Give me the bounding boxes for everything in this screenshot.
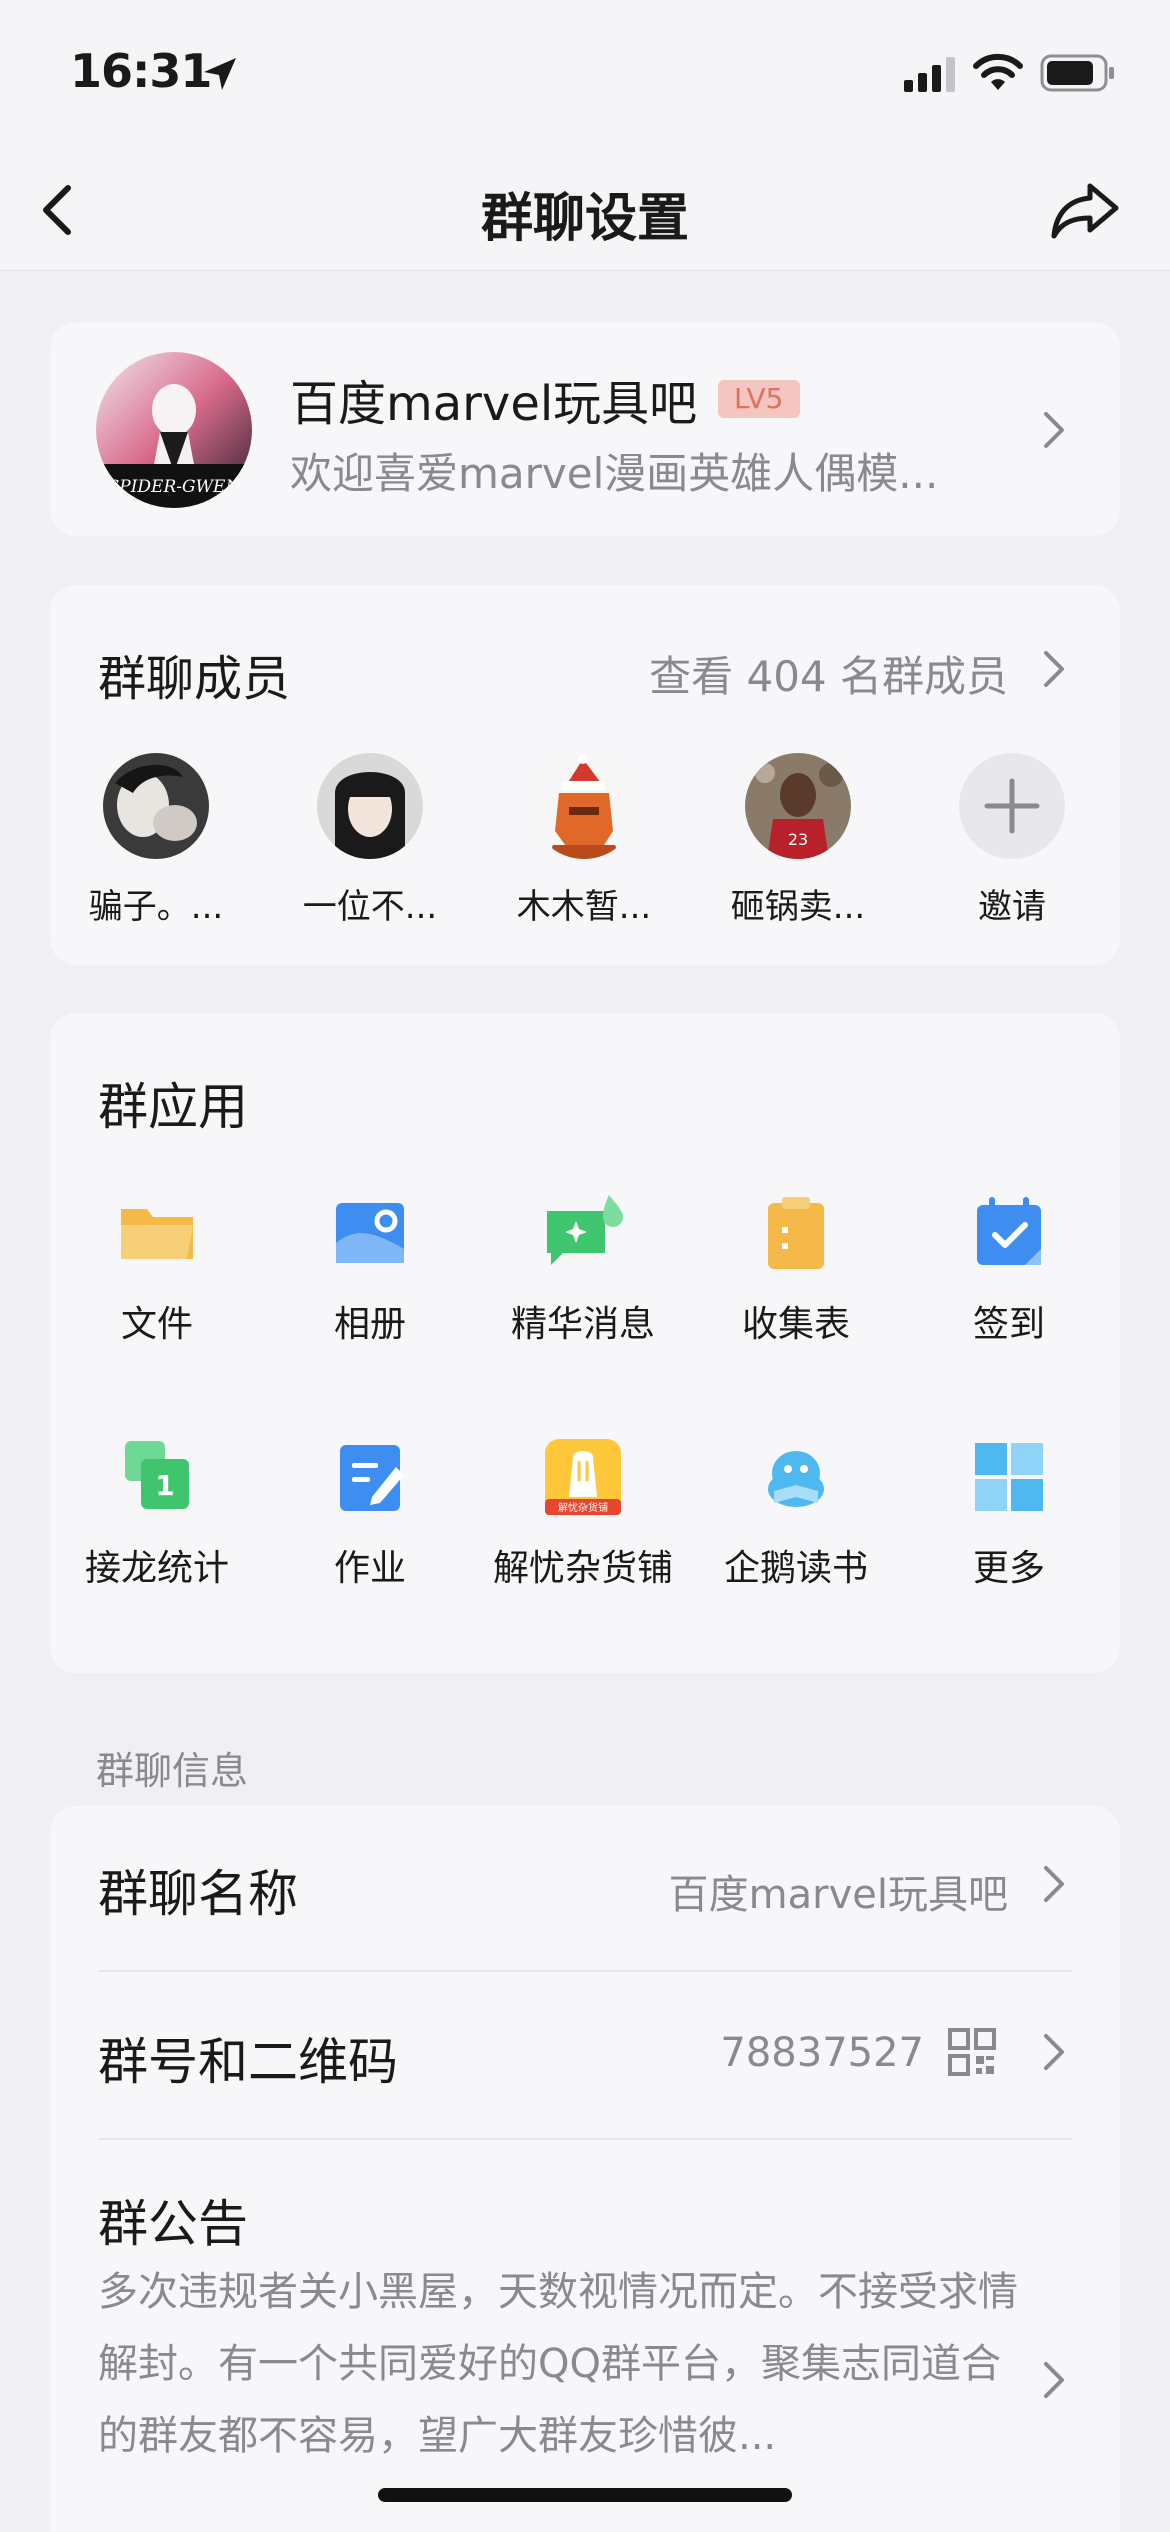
- app-label: 精华消息: [510, 1304, 655, 1345]
- app-checkin[interactable]: 签到: [904, 1193, 1114, 1347]
- app-label: 企鹅读书: [723, 1548, 868, 1589]
- album-icon: [336, 1203, 404, 1263]
- chevron-right-icon: [1044, 2034, 1064, 2070]
- app-label: 收集表: [741, 1304, 850, 1345]
- app-label: 解忧杂货铺: [492, 1548, 673, 1589]
- group-name-label: 群聊名称: [98, 1865, 298, 1923]
- share-icon[interactable]: [1050, 180, 1120, 240]
- wifi-icon: [973, 53, 1023, 90]
- chevron-right-icon: [1044, 2362, 1064, 2398]
- app-more[interactable]: 更多: [904, 1437, 1114, 1591]
- row-divider: [98, 1970, 1072, 1972]
- apps-title: 群应用: [98, 1078, 248, 1136]
- group-number-value: 78837527: [720, 2030, 924, 2076]
- more-grid-icon: [975, 1443, 1043, 1511]
- essence-message-icon: [547, 1195, 623, 1265]
- app-grocery-store[interactable]: 解忧杂货铺 解忧杂货铺: [478, 1437, 688, 1591]
- member-item[interactable]: 一位不...: [280, 753, 460, 928]
- app-label: 签到: [972, 1304, 1045, 1345]
- grocery-badge-text: 解忧杂货铺: [558, 1501, 608, 1514]
- group-avatar-text: SPIDER-GWEN: [108, 477, 242, 497]
- member-name: 骗子。...: [88, 887, 224, 927]
- relay-stats-icon: 1: [125, 1441, 189, 1509]
- section-header-group-info: 群聊信息: [96, 1749, 249, 1793]
- chevron-right-icon: [1044, 412, 1064, 448]
- app-homework[interactable]: 作业: [265, 1437, 475, 1591]
- checkin-calendar-icon: [977, 1197, 1041, 1265]
- app-collection-form[interactable]: 收集表: [691, 1193, 901, 1347]
- cellular-signal-icon: [904, 57, 955, 92]
- app-penguin-reading[interactable]: 企鹅读书: [691, 1437, 901, 1591]
- app-label: 作业: [333, 1548, 406, 1589]
- app-label: 相册: [333, 1304, 406, 1345]
- app-label: 接龙统计: [84, 1548, 229, 1589]
- group-avatar: SPIDER-GWEN: [96, 352, 252, 508]
- chevron-right-icon: [1044, 1866, 1064, 1902]
- grocery-store-icon: 解忧杂货铺: [545, 1439, 621, 1515]
- group-info-card: 群聊名称 百度marvel玩具吧 群号和二维码 78837527 群公告 多次违…: [50, 1806, 1120, 2532]
- app-label: 文件: [120, 1304, 193, 1345]
- member-item[interactable]: 23 砸锅卖...: [708, 753, 888, 928]
- member-name: 一位不...: [302, 887, 438, 927]
- svg-text:1: 1: [155, 1469, 174, 1502]
- group-level-badge: LV5: [718, 380, 800, 418]
- app-album[interactable]: 相册: [265, 1193, 475, 1347]
- homework-icon: [340, 1445, 404, 1511]
- view-all-members-link[interactable]: 查看 404 名群成员: [649, 643, 1008, 704]
- folder-icon: [121, 1209, 193, 1259]
- member-item[interactable]: 骗子。...: [66, 753, 246, 928]
- battery-icon: [1040, 54, 1114, 92]
- group-notice-label: 群公告: [98, 2195, 248, 2253]
- group-number-label: 群号和二维码: [98, 2033, 398, 2091]
- members-title: 群聊成员: [98, 651, 291, 707]
- qr-code-icon: [948, 2028, 996, 2076]
- navigation-bar: 群聊设置: [0, 150, 1170, 271]
- invite-member-button[interactable]: 邀请: [922, 753, 1102, 928]
- status-bar: 16:31: [0, 0, 1170, 150]
- group-notice-text: 多次违规者关小黑屋，天数视情况而定。不接受求情解封。有一个共同爱好的QQ群平台，…: [98, 2269, 1018, 2459]
- app-file[interactable]: 文件: [52, 1193, 262, 1347]
- group-members-card: 群聊成员 查看 404 名群成员 骗子。... 一位不... 木木暂... 23…: [50, 585, 1120, 965]
- invite-plus-circle: [959, 753, 1065, 859]
- member-name: 木木暂...: [516, 887, 652, 927]
- group-name: 百度marvel玩具吧: [290, 376, 698, 432]
- collection-form-icon: [768, 1197, 824, 1269]
- penguin-reading-icon: [768, 1451, 824, 1507]
- location-arrow-icon: [204, 58, 236, 90]
- member-avatar: [317, 753, 423, 859]
- group-description: 欢迎喜爱marvel漫画英雄人偶模...: [290, 449, 939, 498]
- group-name-value: 百度marvel玩具吧: [668, 1872, 1008, 1918]
- app-label: 更多: [972, 1548, 1045, 1589]
- group-apps-card: 群应用 文件 相册 精华消息 收集表 签到 1 接龙统计 作业 解忧杂货铺 解忧…: [50, 1013, 1120, 1673]
- page-title: 群聊设置: [480, 189, 689, 249]
- plus-icon: [984, 778, 1040, 834]
- member-item[interactable]: 木木暂...: [494, 753, 674, 928]
- status-time: 16:31: [70, 44, 212, 98]
- svg-text:23: 23: [788, 830, 808, 849]
- row-divider: [98, 2138, 1072, 2140]
- home-indicator[interactable]: [378, 2488, 792, 2502]
- invite-label: 邀请: [978, 887, 1046, 927]
- app-essence-messages[interactable]: 精华消息: [478, 1193, 688, 1347]
- group-profile-card[interactable]: SPIDER-GWEN 百度marvel玩具吧 LV5 欢迎喜爱marvel漫画…: [50, 322, 1120, 536]
- chevron-right-icon: [1044, 651, 1064, 687]
- member-name: 砸锅卖...: [730, 887, 866, 927]
- app-relay-stats[interactable]: 1 接龙统计: [52, 1437, 262, 1591]
- member-avatar: [531, 753, 637, 859]
- member-avatar: 23: [745, 753, 851, 859]
- member-avatar: [103, 753, 209, 859]
